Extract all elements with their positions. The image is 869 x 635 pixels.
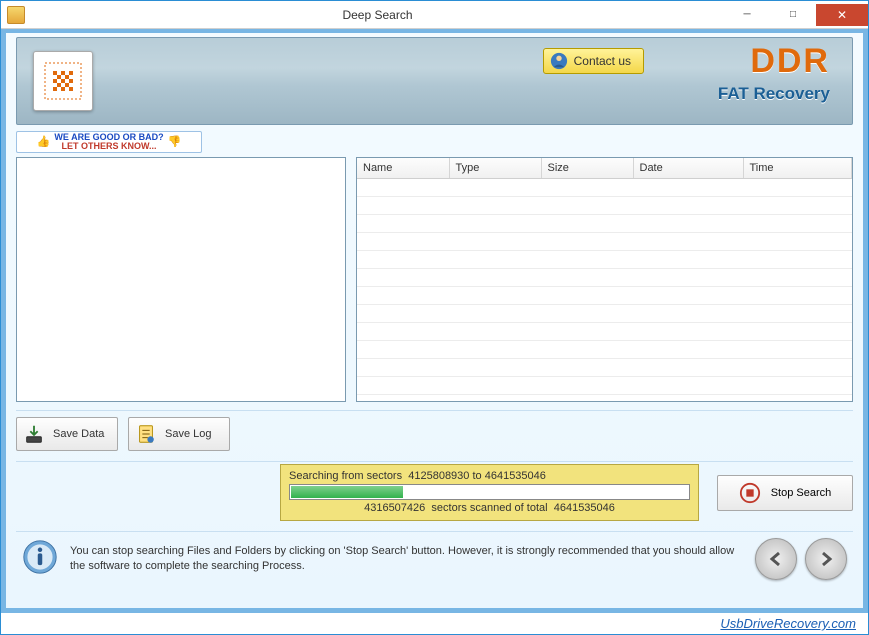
table-row[interactable]: [357, 196, 852, 214]
from-sector: 4125808930: [408, 470, 469, 482]
table-row[interactable]: [357, 286, 852, 304]
main-content-row: Name Type Size Date Time: [16, 157, 853, 402]
window-title: Deep Search: [31, 8, 724, 22]
stop-icon: [739, 482, 761, 504]
table-row[interactable]: [357, 358, 852, 376]
brand-subtitle: FAT Recovery: [718, 84, 830, 104]
feedback-line2: LET OTHERS KNOW...: [54, 142, 163, 151]
brand-title: DDR: [718, 44, 830, 78]
feedback-button[interactable]: 👍 WE ARE GOOD OR BAD? LET OTHERS KNOW...…: [16, 131, 202, 153]
save-data-label: Save Data: [53, 428, 104, 440]
table-row[interactable]: [357, 178, 852, 196]
table-row[interactable]: [357, 268, 852, 286]
col-date[interactable]: Date: [633, 158, 743, 178]
footer-link[interactable]: UsbDriveRecovery.com: [720, 616, 856, 631]
col-time[interactable]: Time: [743, 158, 852, 178]
stop-search-button[interactable]: Stop Search: [717, 475, 853, 511]
table-row[interactable]: [357, 232, 852, 250]
progress-bar-fill: [291, 486, 403, 498]
info-row: You can stop searching Files and Folders…: [16, 531, 853, 582]
progress-box: Searching from sectors 4125808930 to 464…: [280, 464, 699, 521]
window-controls: ✕: [724, 4, 868, 26]
minimize-button[interactable]: [724, 4, 770, 26]
close-button[interactable]: ✕: [816, 4, 868, 26]
thumbs-up-icon: 👍: [37, 137, 51, 148]
file-table-panel: Name Type Size Date Time: [356, 157, 853, 402]
to-sector: 4641535046: [485, 470, 546, 482]
col-size[interactable]: Size: [541, 158, 633, 178]
save-log-button[interactable]: Save Log: [128, 417, 230, 451]
nav-buttons: [755, 538, 847, 580]
col-name[interactable]: Name: [357, 158, 449, 178]
logo-icon: [43, 61, 83, 101]
contact-label: Contact us: [574, 54, 631, 68]
table-row[interactable]: [357, 214, 852, 232]
logo-box: [33, 51, 93, 111]
progress-row: Searching from sectors 4125808930 to 464…: [16, 461, 853, 525]
save-data-button[interactable]: Save Data: [16, 417, 118, 451]
scanned-sectors: 4316507426: [364, 502, 425, 514]
table-row[interactable]: [357, 340, 852, 358]
stop-search-label: Stop Search: [771, 487, 832, 499]
file-table: Name Type Size Date Time: [357, 158, 852, 395]
table-row[interactable]: [357, 322, 852, 340]
save-log-icon: [135, 423, 157, 445]
progress-line1: Searching from sectors 4125808930 to 464…: [289, 470, 690, 482]
table-row[interactable]: [357, 304, 852, 322]
banner: Contact us DDR FAT Recovery: [16, 37, 853, 125]
progress-line2: 4316507426 sectors scanned of total 4641…: [289, 502, 690, 514]
app-window: Deep Search ✕: [0, 0, 869, 635]
app-icon: [7, 6, 25, 24]
contact-us-button[interactable]: Contact us: [543, 48, 644, 74]
chevron-left-icon: [766, 549, 786, 569]
folder-tree-panel[interactable]: [16, 157, 346, 402]
app-body: Contact us DDR FAT Recovery 👍 WE ARE GOO…: [1, 29, 868, 613]
progress-bar: [289, 484, 690, 500]
save-buttons-row: Save Data Save Log: [16, 410, 853, 455]
col-type[interactable]: Type: [449, 158, 541, 178]
brand-block: DDR FAT Recovery: [718, 44, 830, 104]
forward-button[interactable]: [805, 538, 847, 580]
chevron-right-icon: [816, 549, 836, 569]
file-table-body: [357, 178, 852, 394]
save-data-icon: [23, 423, 45, 445]
table-row[interactable]: [357, 376, 852, 394]
info-icon: [22, 539, 58, 580]
table-row[interactable]: [357, 250, 852, 268]
titlebar: Deep Search ✕: [1, 1, 868, 29]
thumbs-down-icon: 👎: [168, 137, 182, 148]
info-text: You can stop searching Files and Folders…: [70, 544, 743, 575]
person-icon: [550, 52, 568, 70]
footer-link-row: UsbDriveRecovery.com: [1, 613, 868, 634]
save-log-label: Save Log: [165, 428, 211, 440]
maximize-button[interactable]: [770, 4, 816, 26]
total-sectors: 4641535046: [554, 502, 615, 514]
back-button[interactable]: [755, 538, 797, 580]
